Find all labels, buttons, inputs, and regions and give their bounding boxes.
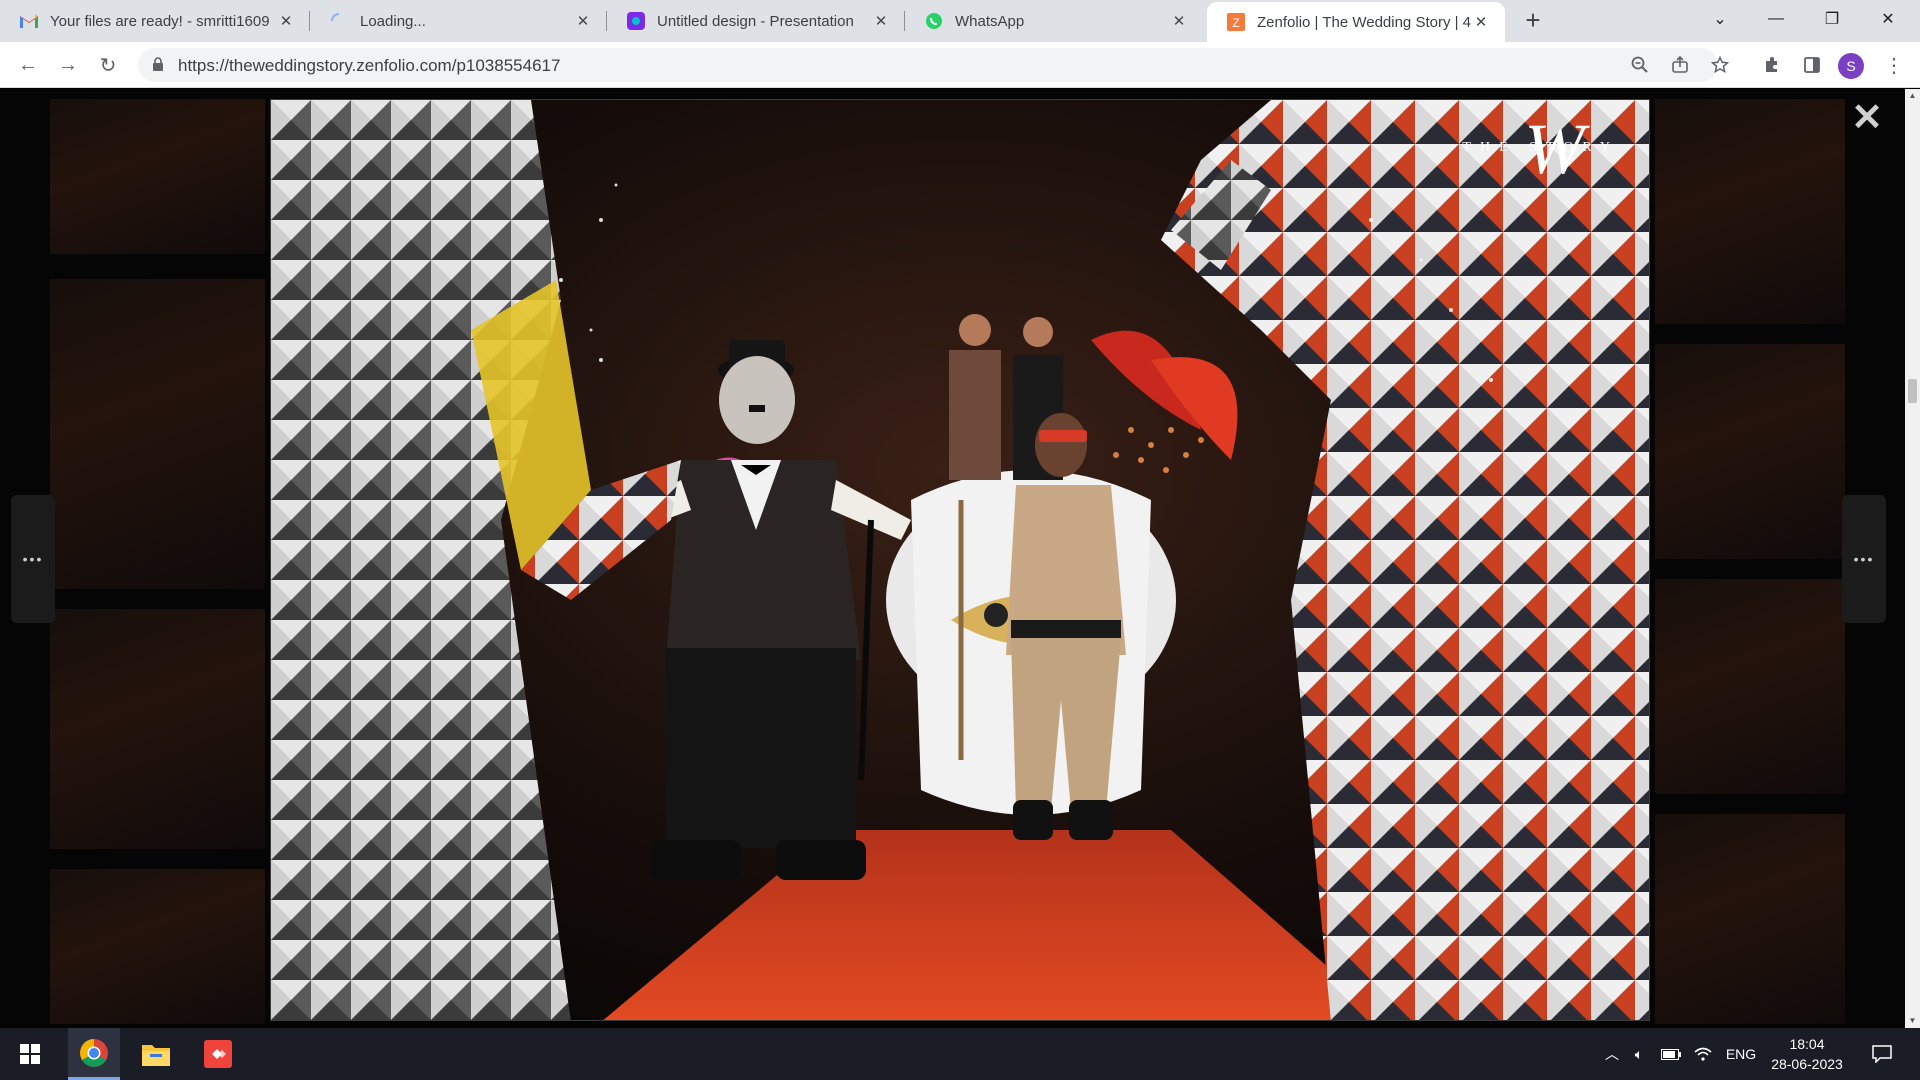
bookmark-star-icon[interactable] (1704, 49, 1736, 81)
chrome-icon[interactable] (68, 1028, 120, 1080)
tab-title: WhatsApp (955, 12, 1025, 30)
battery-icon[interactable] (1658, 1028, 1684, 1080)
windows-start-icon[interactable] (4, 1028, 56, 1080)
close-tab-icon[interactable]: ✕ (1471, 12, 1491, 32)
close-lightbox-button[interactable]: ✕ (1850, 99, 1884, 137)
next-photo-button[interactable]: ••• (1842, 495, 1886, 623)
canva-icon (627, 12, 645, 30)
previous-photo-button[interactable]: ••• (11, 495, 55, 623)
svg-text:Z: Z (1232, 16, 1239, 30)
close-window-button[interactable]: ✕ (1860, 0, 1916, 38)
close-tab-icon[interactable]: ✕ (1169, 11, 1189, 31)
gmail-icon (20, 12, 38, 30)
side-panel-icon[interactable] (1796, 49, 1828, 81)
forward-button[interactable]: → (52, 49, 84, 81)
gallery-thumbnail (50, 279, 265, 589)
gallery-thumbnail (1655, 579, 1845, 794)
gallery-thumbnail (50, 869, 265, 1024)
tab-gmail[interactable]: Your files are ready! - smritti1609 ✕ (0, 0, 310, 42)
tab-title: Zenfolio | The Wedding Story | 4 (1257, 13, 1471, 31)
loading-spinner-icon (330, 12, 348, 30)
new-tab-button[interactable]: + (1519, 5, 1547, 35)
close-tab-icon[interactable]: ✕ (871, 11, 891, 31)
volume-icon[interactable]: 🔈︎ (1626, 1028, 1652, 1080)
clock-date: 28-06-2023 (1771, 1056, 1843, 1072)
restore-button[interactable]: ❐ (1804, 0, 1860, 38)
anydesk-icon[interactable] (192, 1028, 244, 1080)
address-bar[interactable]: https://theweddingstory.zenfolio.com/p10… (138, 48, 1729, 82)
more-menu-icon[interactable]: ⋮ (1878, 49, 1910, 81)
tab-strip: Your files are ready! - smritti1609 ✕ Lo… (0, 0, 1920, 42)
language-indicator[interactable]: ENG (1722, 1028, 1760, 1080)
minimize-button[interactable]: — (1748, 0, 1804, 38)
tab-canva[interactable]: Untitled design - Presentation ✕ (607, 0, 905, 42)
windows-taskbar: ︿ 🔈︎ ENG 18:04 28-06-2023 (0, 1028, 1920, 1080)
tab-search-chevron-icon[interactable]: ⌄ (1692, 0, 1748, 38)
lock-icon[interactable] (152, 57, 164, 77)
file-explorer-icon[interactable] (130, 1028, 182, 1080)
wedding-photo-illustration (271, 100, 1649, 1020)
whatsapp-icon (925, 12, 943, 30)
show-hidden-icons-chevron-icon[interactable]: ︿ (1600, 1028, 1624, 1080)
extensions-puzzle-icon[interactable] (1756, 49, 1788, 81)
page-scrollbar[interactable]: ▲ ▼ (1905, 89, 1920, 1028)
tab-title: Untitled design - Presentation (657, 12, 854, 30)
gallery-thumbnail (1655, 99, 1845, 324)
zoom-icon[interactable] (1624, 49, 1656, 81)
close-tab-icon[interactable]: ✕ (573, 11, 593, 31)
share-icon[interactable] (1664, 49, 1696, 81)
tab-loading[interactable]: Loading... ✕ (310, 0, 607, 42)
tab-title: Your files are ready! - smritti1609 (50, 12, 270, 30)
url-text[interactable]: https://theweddingstory.zenfolio.com/p10… (178, 56, 560, 76)
scroll-up-arrow-icon[interactable]: ▲ (1908, 91, 1917, 101)
notification-center-icon[interactable] (1864, 1028, 1900, 1080)
watermark-logo: THE STORY W (1462, 109, 1619, 189)
scrollbar-thumb[interactable] (1908, 379, 1917, 403)
wifi-icon[interactable] (1690, 1028, 1716, 1080)
lightbox-overlay: THE STORY W ✕ ••• ••• (0, 89, 1920, 1028)
close-tab-icon[interactable]: ✕ (276, 11, 296, 31)
tab-title: Loading... (360, 12, 426, 30)
lightbox-photo[interactable]: THE STORY W (270, 99, 1650, 1021)
clock-time: 18:04 (1789, 1036, 1825, 1052)
gallery-thumbnail (50, 609, 265, 849)
tab-zenfolio[interactable]: Z Zenfolio | The Wedding Story | 4 ✕ (1207, 2, 1505, 42)
zenfolio-icon: Z (1227, 13, 1245, 31)
tab-whatsapp[interactable]: WhatsApp ✕ (905, 0, 1203, 42)
gallery-thumbnail (1655, 344, 1845, 559)
system-clock[interactable]: 18:04 28-06-2023 (1762, 1034, 1852, 1074)
profile-avatar[interactable]: S (1838, 53, 1864, 79)
watermark-monogram: W (1524, 109, 1585, 189)
gallery-thumbnail (1655, 814, 1845, 1024)
back-button[interactable]: ← (12, 49, 44, 81)
reload-button[interactable]: ↻ (92, 49, 124, 81)
scroll-down-arrow-icon[interactable]: ▼ (1908, 1016, 1917, 1026)
gallery-thumbnail (50, 99, 265, 254)
browser-toolbar: ← → ↻ https://theweddingstory.zenfolio.c… (0, 42, 1920, 88)
